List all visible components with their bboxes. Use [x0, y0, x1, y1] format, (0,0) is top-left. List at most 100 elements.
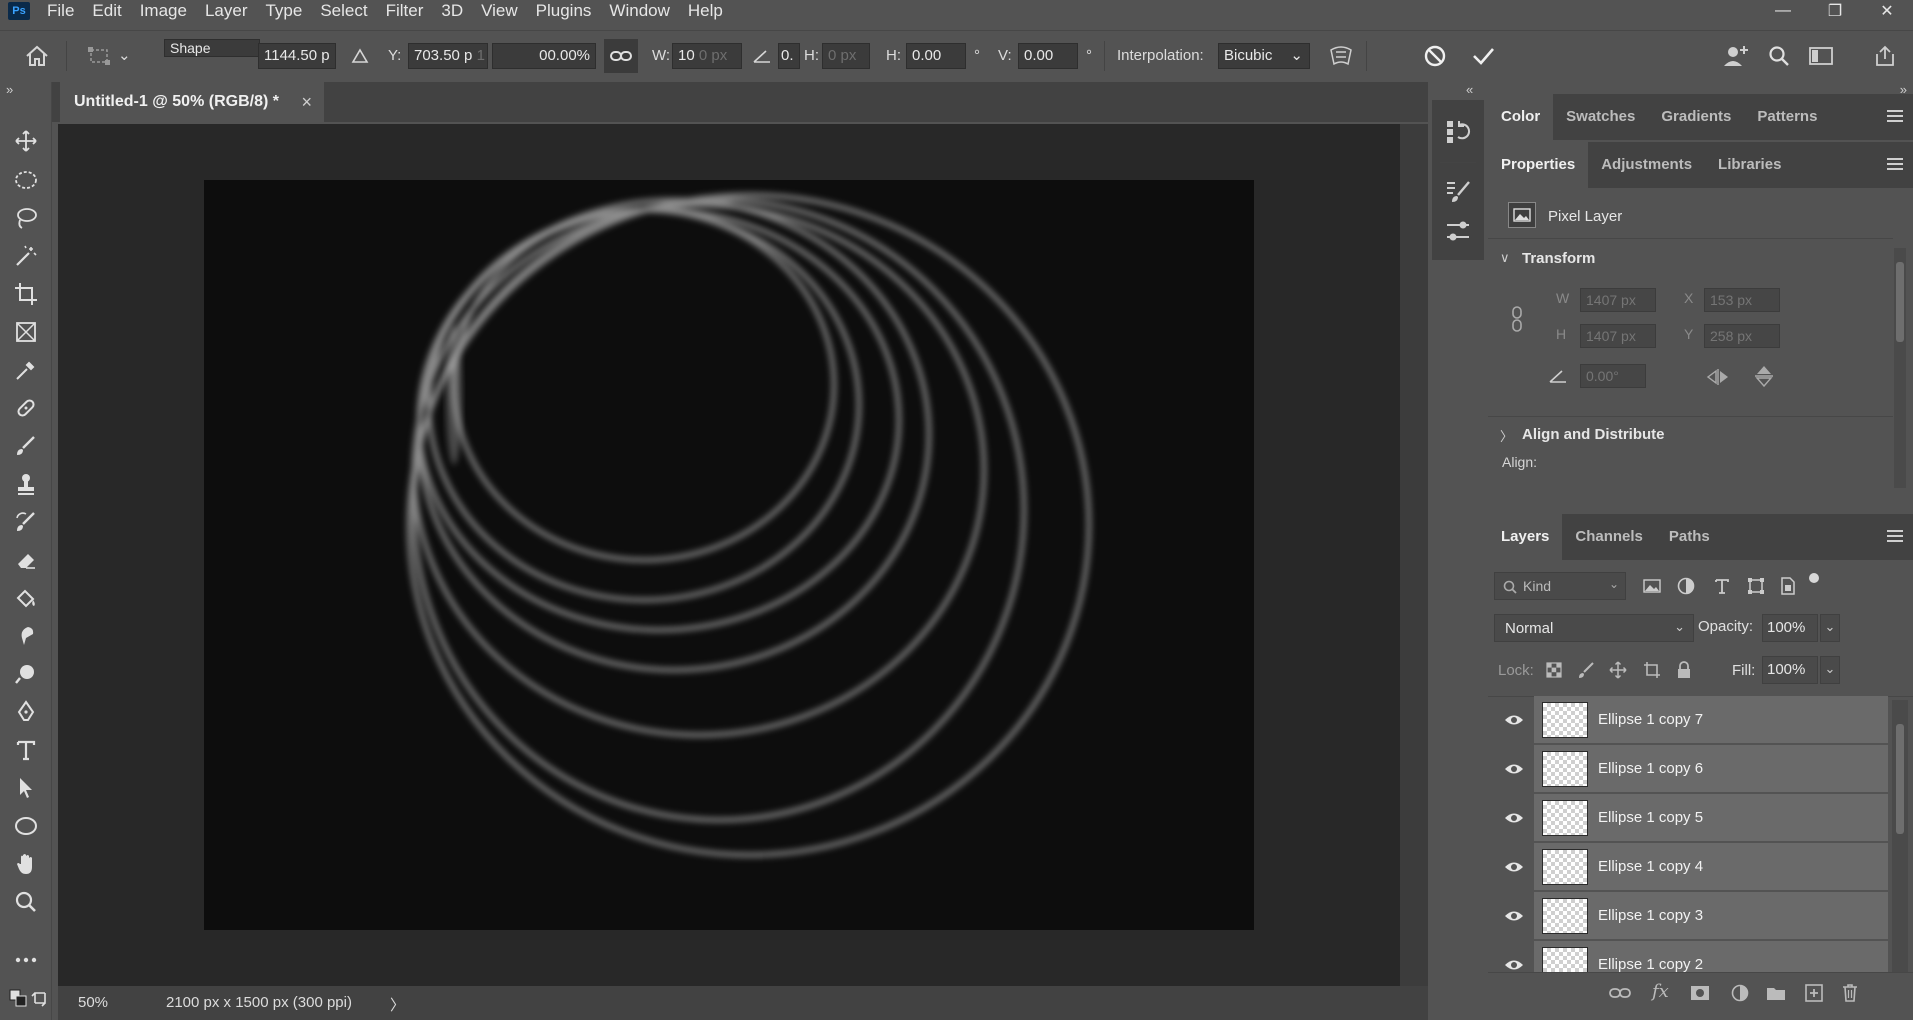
menu-layer[interactable]: Layer	[205, 1, 248, 21]
lock-position-icon[interactable]	[1608, 660, 1628, 680]
close-tab-icon[interactable]: ×	[301, 82, 312, 122]
tab-libraries[interactable]: Libraries	[1705, 142, 1794, 188]
opacity-input[interactable]: 100%	[1762, 614, 1818, 642]
menu-type[interactable]: Type	[265, 1, 302, 21]
transform-section-title[interactable]: Transform	[1522, 250, 1595, 267]
layer-name[interactable]: Ellipse 1 copy 6	[1598, 745, 1703, 792]
share-icon[interactable]	[1870, 41, 1900, 71]
properties-angle-input[interactable]: 0.00°	[1580, 364, 1646, 388]
visibility-eye-icon[interactable]	[1496, 843, 1532, 891]
y-position-input[interactable]: 703.50 p 1 px	[408, 43, 488, 69]
fill-dropdown-icon[interactable]: ⌄	[1820, 656, 1840, 684]
zoom-level[interactable]: 50%	[78, 994, 108, 1011]
properties-scrollbar[interactable]	[1894, 248, 1906, 488]
home-icon[interactable]	[22, 41, 52, 71]
tab-gradients[interactable]: Gradients	[1648, 94, 1744, 140]
eyedropper-tool-icon[interactable]	[10, 354, 42, 386]
minimize-button[interactable]: —	[1757, 0, 1809, 22]
visibility-eye-icon[interactable]	[1496, 892, 1532, 940]
blend-mode-dropdown[interactable]: Normal ⌄	[1494, 614, 1694, 642]
layer-name[interactable]: Ellipse 1 copy 2	[1598, 941, 1703, 972]
layer-name[interactable]: Ellipse 1 copy 3	[1598, 892, 1703, 939]
eraser-tool-icon[interactable]	[10, 544, 42, 576]
commit-transform-icon[interactable]	[1468, 41, 1498, 71]
magic-wand-tool-icon[interactable]	[10, 240, 42, 272]
visibility-eye-icon[interactable]	[1496, 941, 1532, 972]
interpolation-dropdown[interactable]: Bicubic ⌄	[1218, 43, 1310, 69]
flip-horizontal-icon[interactable]	[1706, 368, 1730, 386]
properties-y-input[interactable]: 258 px	[1704, 324, 1780, 348]
tab-layers[interactable]: Layers	[1488, 514, 1563, 560]
status-menu-arrow[interactable]: 〉	[390, 994, 405, 1015]
layer-filter-kind[interactable]: Kind ⌄	[1494, 572, 1626, 600]
angle-input[interactable]: 0.	[778, 43, 800, 69]
cancel-transform-icon[interactable]	[1420, 41, 1450, 71]
collapse-panel-icon[interactable]: »	[6, 82, 13, 97]
chevron-right-icon[interactable]: 〉	[1500, 426, 1513, 445]
pixel-filter-icon[interactable]	[1640, 574, 1664, 598]
chevron-down-icon[interactable]: ∨	[1500, 250, 1510, 266]
crop-tool-icon[interactable]	[10, 278, 42, 310]
swap-colors-icon[interactable]	[24, 982, 56, 1014]
new-group-icon[interactable]	[1764, 981, 1788, 1005]
fill-input[interactable]: 100%	[1762, 656, 1818, 684]
brush-tool-icon[interactable]	[10, 430, 42, 462]
document-canvas[interactable]	[204, 180, 1254, 930]
width-percent-input[interactable]: 00.00%	[492, 43, 596, 69]
filter-toggle-icon[interactable]	[1806, 570, 1822, 586]
align-section-title[interactable]: Align and Distribute	[1522, 426, 1665, 443]
marquee-tool-icon[interactable]	[10, 164, 42, 196]
panel-menu-icon[interactable]	[1887, 530, 1903, 542]
menu-image[interactable]: Image	[140, 1, 187, 21]
move-tool-icon[interactable]	[10, 125, 42, 157]
dodge-tool-icon[interactable]	[10, 658, 42, 690]
user-icon[interactable]	[1720, 41, 1750, 71]
layer-row[interactable]: Ellipse 1 copy 3	[1496, 892, 1896, 940]
flip-vertical-icon[interactable]	[1754, 364, 1774, 388]
document-tab[interactable]: Untitled-1 @ 50% (RGB/8) * ×	[60, 82, 324, 122]
adjustment-filter-icon[interactable]	[1674, 574, 1698, 598]
hand-tool-icon[interactable]	[10, 848, 42, 880]
menu-window[interactable]: Window	[609, 1, 669, 21]
layer-row[interactable]: Ellipse 1 copy 2	[1496, 941, 1896, 972]
layer-row[interactable]: Ellipse 1 copy 6	[1496, 745, 1896, 793]
layer-row[interactable]: Ellipse 1 copy 4	[1496, 843, 1896, 891]
restore-button[interactable]: ❐	[1809, 0, 1861, 22]
frame-tool-icon[interactable]	[10, 316, 42, 348]
menu-plugins[interactable]: Plugins	[536, 1, 592, 21]
tab-patterns[interactable]: Patterns	[1744, 94, 1830, 140]
properties-width-input[interactable]: 1407 px	[1580, 288, 1656, 312]
tab-swatches[interactable]: Swatches	[1553, 94, 1648, 140]
history-brush-tool-icon[interactable]	[10, 506, 42, 538]
visibility-eye-icon[interactable]	[1496, 794, 1532, 842]
tab-channels[interactable]: Channels	[1562, 514, 1656, 560]
type-filter-icon[interactable]	[1710, 574, 1734, 598]
expand-panels-icon[interactable]: «	[1466, 82, 1473, 97]
ellipse-tool-icon[interactable]	[10, 810, 42, 842]
warp-icon[interactable]	[1326, 41, 1356, 71]
menu-filter[interactable]: Filter	[386, 1, 424, 21]
workspace-icon[interactable]	[1806, 41, 1836, 71]
tab-properties[interactable]: Properties	[1488, 142, 1589, 188]
menu-view[interactable]: View	[481, 1, 518, 21]
close-window-button[interactable]: ✕	[1861, 0, 1913, 22]
vertical-scrollbar[interactable]	[1400, 124, 1428, 986]
layer-name[interactable]: Ellipse 1 copy 4	[1598, 843, 1703, 890]
smart-object-filter-icon[interactable]	[1776, 574, 1800, 598]
search-icon[interactable]	[1764, 41, 1794, 71]
zoom-tool-icon[interactable]	[10, 886, 42, 918]
lock-all-icon[interactable]	[1674, 660, 1694, 680]
more-tools-icon[interactable]	[10, 944, 42, 976]
link-dimensions-icon[interactable]	[1510, 306, 1524, 332]
layer-style-fx-icon[interactable]: fx	[1652, 981, 1669, 1002]
adjustment-layer-icon[interactable]	[1728, 981, 1752, 1005]
menu-3d[interactable]: 3D	[441, 1, 463, 21]
visibility-eye-icon[interactable]	[1496, 696, 1532, 744]
v-skew-input[interactable]: 0.00	[1018, 43, 1078, 69]
panel-menu-icon[interactable]	[1887, 158, 1903, 170]
x-position-input[interactable]: 1144.50 p	[258, 43, 336, 69]
layer-row[interactable]: Ellipse 1 copy 5	[1496, 794, 1896, 842]
link-layers-icon[interactable]	[1608, 981, 1632, 1005]
tab-color[interactable]: Color	[1488, 94, 1554, 140]
lock-image-pixels-icon[interactable]	[1576, 660, 1596, 680]
